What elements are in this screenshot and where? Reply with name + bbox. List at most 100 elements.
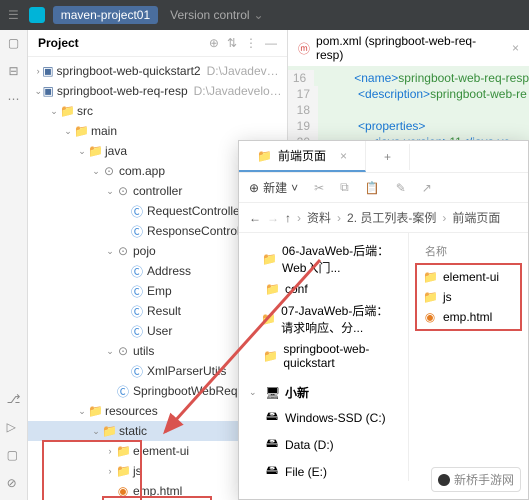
select-opened-icon[interactable]: ⊕ [209,36,219,50]
project-name[interactable]: maven-project01 [53,6,158,24]
copy-icon[interactable]: ⧉ [340,180,349,195]
nav-item[interactable]: 🖴File (E:) [239,458,408,481]
logo-icon [438,474,450,486]
expand-arrow[interactable]: › [34,66,42,76]
back-icon[interactable]: ← [249,211,261,225]
forward-icon: → [267,211,279,225]
nav-item[interactable]: 📁07-JavaWeb-后端：请求响应、分... [239,299,408,339]
pkg-icon: ⊙ [116,344,130,358]
file-browser-window: 📁 前端页面 × + ⊕ 新建 ˅ ✂ ⧉ 📋 ✎ ↗ ← → ↑ › 资料 ›… [238,140,529,500]
expand-arrow[interactable]: ⌄ [34,86,43,97]
settings-icon[interactable]: ⋮ [245,36,257,50]
nav-item[interactable]: 🖴Data (D:) [239,431,408,458]
fld-icon: 📁 [88,404,102,418]
cls-icon: Ⓒ [130,303,144,320]
expand-arrow[interactable]: › [104,466,116,476]
nav-item[interactable]: 🖴Windows-SSD (C:) [239,404,408,431]
crumb-item[interactable]: 前端页面 [452,209,500,226]
crumb-item[interactable]: 2. 员工列表-案例 [347,209,436,226]
pkg-icon: ⊙ [116,184,130,198]
tree-row[interactable]: ⌄📁main [28,121,287,141]
expand-arrow[interactable]: ⌄ [104,246,116,257]
fld-icon: 📁 [60,104,74,118]
code-line[interactable]: <properties> [318,118,425,134]
browser-content-pane[interactable]: 名称 📁element-ui📁js◉emp.html [409,233,528,481]
fld-icon: 📁 [265,282,279,296]
git-tool-icon[interactable]: ⎇ [7,392,21,406]
tree-item-path: D:\Javadevelop\ide... [207,64,283,78]
browser-nav-pane[interactable]: 📁06-JavaWeb-后端：Web入门... 📁 conf 📁07-JavaWeb-… [239,233,409,481]
fld-icon: 📁 [423,270,437,284]
crumb-item[interactable]: 资料 [307,209,331,226]
close-icon[interactable]: × [340,149,347,163]
expand-arrow[interactable]: ⌄ [76,146,88,157]
tree-row[interactable]: ›▣springboot-web-quickstart2D:\Javadevel… [28,61,287,81]
expand-arrow[interactable]: ⌄ [104,346,116,357]
editor-tab[interactable]: ⓜ pom.xml (springboot-web-req-resp) × [288,30,529,66]
expand-arrow[interactable]: ⌄ [90,426,102,437]
project-title: Project [38,36,201,50]
folder-icon: 📁 [257,149,272,163]
project-header: Project ⊕ ⇅ ⋮ — [28,30,287,57]
tree-item-label: pojo [133,244,156,258]
file-item[interactable]: ◉emp.html [419,307,518,327]
browser-tab[interactable]: 📁 前端页面 × [239,141,366,172]
fld-icon: 📁 [74,124,88,138]
tree-item-label: Result [147,304,181,318]
file-label: js [443,290,452,304]
line-number: 19 [288,118,318,134]
dsk-icon: 🖴 [265,434,279,455]
tree-item-label: Emp [147,284,172,298]
close-icon[interactable]: × [512,41,519,55]
pkg-icon: ⊙ [102,164,116,178]
code-line[interactable]: <name>springboot-web-req-resp [314,70,529,86]
run-tool-icon[interactable]: ▷ [7,420,21,434]
expand-arrow[interactable]: ⌄ [90,166,102,177]
project-tool-icon[interactable]: ▢ [8,36,19,50]
tree-item-label: static [119,424,147,438]
expand-arrow[interactable]: ⌄ [76,406,88,417]
nav-item[interactable]: 📁springboot-web-quickstart [239,339,408,373]
tree-row[interactable]: ⌄📁src [28,101,287,121]
tree-item-label: element-ui [133,444,189,458]
mod-icon: ▣ [42,64,53,78]
cls-icon: Ⓒ [130,283,144,300]
menu-icon[interactable]: ☰ [8,8,19,22]
cut-icon[interactable]: ✂ [314,181,324,195]
share-icon[interactable]: ↗ [422,181,432,195]
rename-icon[interactable]: ✎ [396,181,406,195]
problems-tool-icon[interactable]: ⊘ [7,476,21,490]
expand-arrow[interactable]: ⌄ [62,126,74,137]
cls-icon: Ⓒ [130,323,144,340]
nav-item[interactable]: 📁06-JavaWeb-后端：Web入门... [239,239,408,279]
maven-icon: ⓜ [298,40,310,57]
breadcrumb[interactable]: ← → ↑ › 资料 › 2. 员工列表-案例 › 前端页面 [239,203,528,233]
nav-label: conf [285,282,308,296]
up-icon[interactable]: ↑ [285,211,291,225]
fld-icon: 📁 [116,444,130,458]
file-item[interactable]: 📁element-ui [419,267,518,287]
column-header[interactable]: 名称 [415,239,522,263]
new-tab-button[interactable]: + [366,144,410,170]
code-line[interactable]: <description>springboot-web-re [318,86,527,102]
expand-icon[interactable]: ⇅ [227,36,237,50]
new-button[interactable]: ⊕ 新建 ˅ [249,179,298,196]
expand-arrow[interactable]: ⌄ [249,387,259,398]
expand-arrow[interactable]: ⌄ [104,186,116,197]
terminal-tool-icon[interactable]: ▢ [7,448,21,462]
tree-row[interactable]: ⌄▣springboot-web-req-respD:\Javadevelop\… [28,81,287,101]
nav-label: File (E:) [285,465,327,479]
commit-tool-icon[interactable]: ⊟ [8,64,18,78]
nav-item[interactable]: 📁 conf [239,279,408,299]
cls-icon: Ⓒ [130,363,144,380]
version-control[interactable]: Version control⌄ [170,8,263,22]
nav-label: 小新 [285,384,309,401]
structure-tool-icon[interactable]: ⋯ [8,92,20,106]
tree-item-label: emp.html [133,484,182,498]
expand-arrow[interactable]: › [104,446,116,456]
expand-arrow[interactable]: ⌄ [48,106,60,117]
hide-icon[interactable]: — [265,36,277,50]
paste-icon[interactable]: 📋 [365,181,380,195]
file-item[interactable]: 📁js [419,287,518,307]
nav-section[interactable]: ⌄🖥小新 [239,381,408,404]
